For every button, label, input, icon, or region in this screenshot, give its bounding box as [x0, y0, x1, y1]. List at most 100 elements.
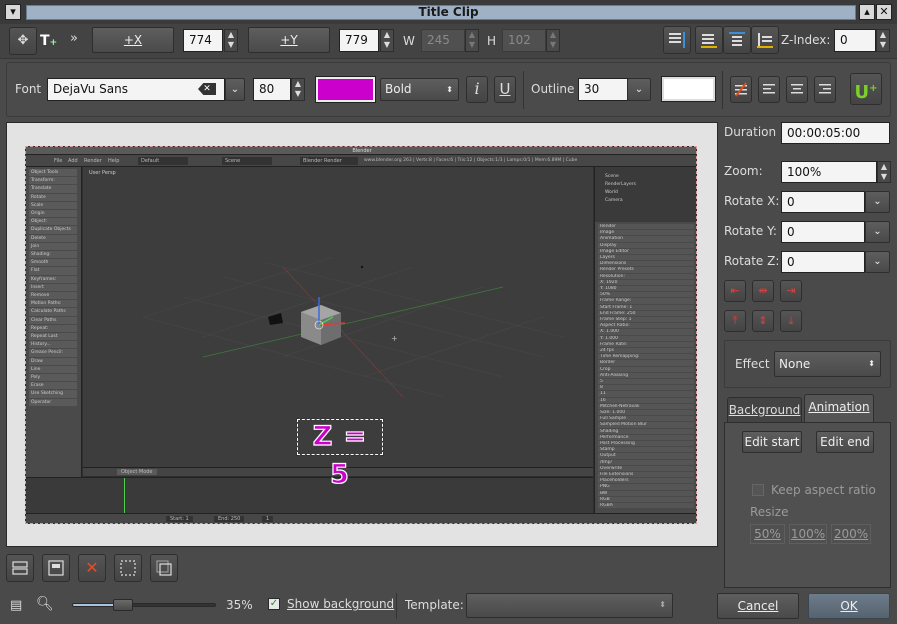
align-top-edge-icon[interactable]: ⤒: [724, 310, 746, 332]
apply-uplus-icon[interactable]: U+: [850, 73, 882, 105]
select-arrows-icon: ⬍: [446, 85, 453, 94]
y-position-field[interactable]: 779: [339, 29, 379, 52]
font-color-swatch: [318, 79, 373, 100]
x-spin-icon[interactable]: ▲ ▼: [224, 29, 238, 52]
w-label: W: [403, 34, 415, 48]
tab-animation[interactable]: Animation: [804, 394, 874, 423]
ok-label: OK: [840, 599, 858, 613]
ok-button[interactable]: OK: [808, 593, 890, 619]
outline-dropdown-icon[interactable]: ⌄: [627, 78, 651, 101]
italic-button[interactable]: i: [466, 76, 488, 103]
zoom-fit-icon[interactable]: 🔍︎: [36, 596, 54, 612]
select-image-icon[interactable]: [150, 554, 178, 582]
text-direction-icon[interactable]: [730, 76, 752, 103]
properties-item: Frame Step: 1: [598, 317, 694, 323]
align-center-text-icon[interactable]: [786, 76, 808, 103]
move-tool-icon[interactable]: ✥: [9, 27, 37, 55]
font-color-button[interactable]: [315, 76, 376, 103]
title-text-item[interactable]: Z = 5: [296, 418, 384, 491]
add-y-button[interactable]: +Y: [248, 27, 330, 53]
properties-item: Performance: [598, 434, 694, 440]
edit-end-button[interactable]: Edit end: [816, 431, 874, 453]
align-left-edge-icon[interactable]: ⇤: [724, 280, 746, 302]
resize-50-button[interactable]: 50%: [750, 524, 785, 544]
more-tools-icon[interactable]: »: [70, 31, 78, 46]
duration-field[interactable]: 00:00:05:00: [781, 122, 890, 144]
z-index-spin-icon[interactable]: ▲ ▼: [876, 29, 890, 52]
side-panel: Duration 00:00:05:00 Zoom: 100% ▲ ▼ Rotat…: [718, 118, 897, 588]
unselect-icon[interactable]: ✕: [78, 554, 106, 582]
zoom-slider[interactable]: [72, 599, 216, 611]
resize-100-label: 100%: [790, 527, 826, 541]
tool-shelf-item: Repeat:: [29, 324, 77, 332]
x-position-field[interactable]: 774: [183, 29, 223, 52]
select-rect-icon[interactable]: [114, 554, 142, 582]
properties-item: File Extensions: [598, 472, 694, 478]
properties-item: Image: [598, 230, 694, 236]
properties-item: PNG: [598, 484, 694, 490]
font-weight-select[interactable]: Bold ⬍: [380, 78, 459, 101]
font-size-spin-icon[interactable]: ▲ ▼: [291, 78, 305, 101]
rotate-y-dropdown-icon[interactable]: ⌄: [865, 221, 890, 243]
align-h-center-icon[interactable]: ⇹: [752, 280, 774, 302]
align-right-icon[interactable]: [663, 26, 691, 54]
resize-label: Resize: [750, 505, 789, 519]
tool-shelf-item: Draw: [29, 357, 77, 365]
align-bottom-edge-icon[interactable]: ⤓: [780, 310, 802, 332]
y-spin-icon[interactable]: ▲ ▼: [380, 29, 394, 52]
properties-item: 16: [598, 397, 694, 403]
add-text-icon[interactable]: T+: [40, 30, 62, 52]
zoom-slider-handle[interactable]: [113, 599, 134, 611]
align-v-center-icon[interactable]: ⇕: [752, 310, 774, 332]
properties-item: Image Editor: [598, 248, 694, 254]
align-left-text-icon[interactable]: [758, 76, 780, 103]
font-size-field[interactable]: 80: [253, 78, 291, 101]
document-icon[interactable]: ▤: [10, 598, 22, 613]
edit-start-button[interactable]: Edit start: [742, 431, 802, 453]
tool-shelf-item: Scale: [29, 201, 77, 209]
close-icon[interactable]: ✕: [876, 4, 892, 20]
height-field: 102: [502, 29, 546, 52]
properties-item: 11: [598, 391, 694, 397]
tab-animation-label: Animation: [808, 400, 870, 414]
zoom-spin-icon[interactable]: ▲ ▼: [877, 161, 891, 183]
properties-item: 5: [598, 379, 694, 385]
title-canvas[interactable]: Blender File Add Render Help Default Sce…: [6, 122, 718, 547]
underline-button[interactable]: U: [494, 76, 516, 103]
keep-aspect-checkbox[interactable]: [752, 484, 764, 496]
align-bottom-icon[interactable]: [751, 26, 779, 54]
select-all-icon[interactable]: [6, 554, 34, 582]
properties-item: Sampled Motion Blur: [598, 422, 694, 428]
rotate-x-dropdown-icon[interactable]: ⌄: [865, 191, 890, 213]
divider: [722, 71, 723, 109]
font-field[interactable]: DejaVu Sans: [47, 78, 225, 101]
rotate-z-dropdown-icon[interactable]: ⌄: [865, 251, 890, 273]
rotate-y-field[interactable]: 0: [781, 221, 865, 243]
select-text-icon[interactable]: [42, 554, 70, 582]
tool-shelf-item: Calculate Paths: [29, 308, 77, 316]
show-background-checkbox[interactable]: ✓: [268, 598, 280, 610]
align-right-text-icon[interactable]: [814, 76, 836, 103]
font-dropdown-icon[interactable]: ⌄: [225, 78, 245, 101]
z-index-field[interactable]: 0: [834, 29, 876, 52]
maximize-icon[interactable]: ▴: [859, 4, 875, 20]
properties-item: Output: [598, 453, 694, 459]
align-top-icon[interactable]: [723, 26, 751, 54]
resize-100-button[interactable]: 100%: [789, 524, 827, 544]
tab-background[interactable]: Background: [727, 397, 802, 423]
add-x-button[interactable]: +X: [92, 27, 174, 53]
cancel-button[interactable]: Cancel: [717, 593, 799, 619]
template-select[interactable]: ⬍: [466, 593, 673, 618]
outline-color-button[interactable]: [661, 76, 716, 102]
align-hcenter-icon[interactable]: [695, 26, 723, 54]
rotate-x-field[interactable]: 0: [781, 191, 865, 213]
zoom-field[interactable]: 100%: [781, 161, 877, 183]
rotate-z-field[interactable]: 0: [781, 251, 865, 273]
blender-menu-help: Help: [108, 158, 120, 164]
align-right-edge-icon[interactable]: ⇥: [780, 280, 802, 302]
window-menu-icon[interactable]: ▾: [5, 4, 21, 20]
effect-select[interactable]: None ⬍: [774, 351, 881, 377]
window-titlebar: Title Clip ▾ ▴ ✕: [0, 0, 897, 24]
outline-field[interactable]: 30: [578, 78, 628, 101]
resize-200-button[interactable]: 200%: [831, 524, 871, 544]
